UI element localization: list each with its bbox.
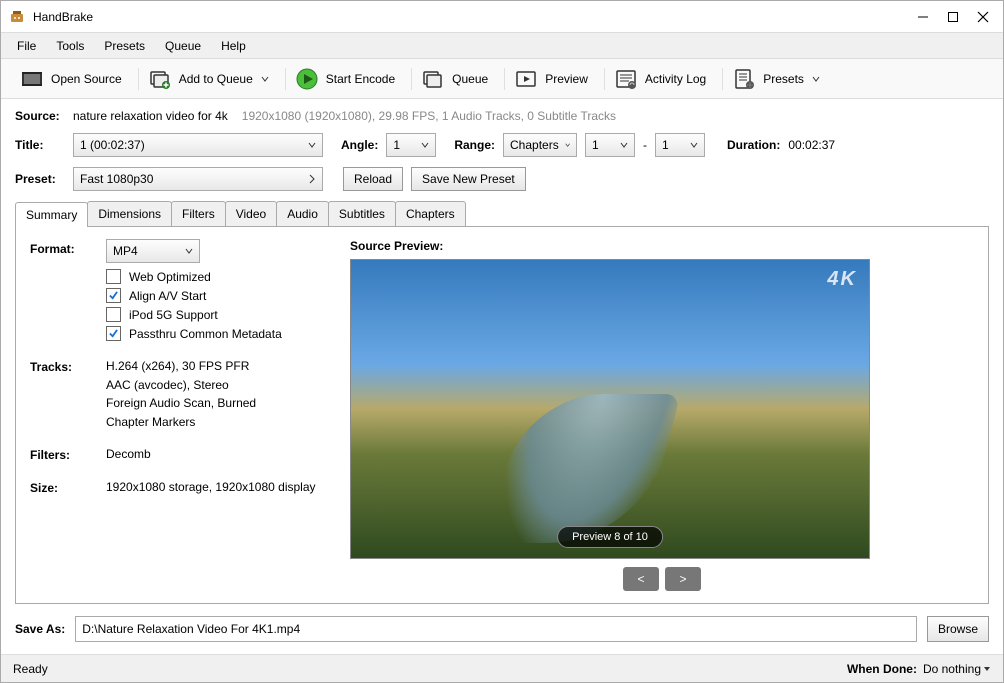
angle-label: Angle: — [341, 138, 378, 152]
tabs: Summary Dimensions Filters Video Audio S… — [15, 201, 989, 227]
range-label: Range: — [454, 138, 495, 152]
save-new-preset-button[interactable]: Save New Preset — [411, 167, 526, 191]
format-label: Format: — [30, 239, 106, 256]
saveas-input[interactable] — [75, 616, 917, 642]
size-label: Size: — [30, 478, 106, 495]
titlebar: HandBrake — [1, 1, 1003, 33]
align-av-checkbox[interactable] — [106, 288, 121, 303]
filmstrip-icon — [21, 68, 43, 90]
web-optimized-label: Web Optimized — [129, 270, 211, 284]
statusbar: Ready When Done: Do nothing — [1, 654, 1003, 682]
browse-button[interactable]: Browse — [927, 616, 989, 642]
filters-label: Filters: — [30, 445, 106, 462]
chevron-down-icon — [812, 72, 820, 86]
tab-dimensions[interactable]: Dimensions — [87, 201, 172, 226]
preview-title: Source Preview: — [350, 239, 974, 253]
preview-image: 4K Preview 8 of 10 — [350, 259, 870, 559]
open-source-button[interactable]: Open Source — [11, 68, 132, 90]
duration-label: Duration: — [727, 138, 780, 152]
watermark: 4K — [827, 268, 857, 291]
close-button[interactable] — [977, 11, 989, 23]
passthru-meta-label: Passthru Common Metadata — [129, 327, 282, 341]
window-title: HandBrake — [33, 10, 917, 24]
status-text: Ready — [13, 662, 48, 676]
menu-tools[interactable]: Tools — [48, 35, 92, 57]
filters-value: Decomb — [106, 445, 151, 464]
menu-file[interactable]: File — [9, 35, 44, 57]
minimize-button[interactable] — [917, 11, 929, 23]
queue-button[interactable]: Queue — [411, 68, 498, 90]
start-encode-button[interactable]: Start Encode — [285, 68, 405, 90]
tab-video[interactable]: Video — [225, 201, 277, 226]
tab-panel: Format: MP4 Web Optimized Align A/V Star… — [15, 227, 989, 604]
tracks-value: H.264 (x264), 30 FPS PFR AAC (avcodec), … — [106, 357, 256, 431]
source-row: Source: nature relaxation video for 4k 1… — [15, 109, 989, 123]
tracks-label: Tracks: — [30, 357, 106, 374]
chevron-down-icon — [983, 665, 991, 673]
angle-select[interactable]: 1 — [386, 133, 436, 157]
format-select[interactable]: MP4 — [106, 239, 200, 263]
chevron-right-icon — [308, 174, 316, 184]
app-icon — [9, 9, 25, 25]
duration-value: 00:02:37 — [788, 138, 835, 152]
title-label: Title: — [15, 138, 65, 152]
when-done-select[interactable]: Do nothing — [923, 662, 991, 676]
presets-icon — [733, 68, 755, 90]
play-icon — [296, 68, 318, 90]
preview-overlay: Preview 8 of 10 — [557, 526, 663, 548]
add-queue-icon — [149, 68, 171, 90]
reload-button[interactable]: Reload — [343, 167, 403, 191]
activity-log-button[interactable]: Activity Log — [604, 68, 716, 90]
source-label: Source: — [15, 109, 65, 123]
saveas-row: Save As: Browse — [1, 610, 1003, 654]
tab-audio[interactable]: Audio — [276, 201, 329, 226]
preset-select[interactable]: Fast 1080p30 — [73, 167, 323, 191]
menubar: File Tools Presets Queue Help — [1, 33, 1003, 59]
menu-presets[interactable]: Presets — [96, 35, 153, 57]
queue-icon — [422, 68, 444, 90]
activity-icon — [615, 68, 637, 90]
menu-help[interactable]: Help — [213, 35, 254, 57]
preview-button[interactable]: Preview — [504, 68, 598, 90]
preview-next-button[interactable]: > — [665, 567, 701, 591]
range-from-select[interactable]: 1 — [585, 133, 635, 157]
source-value: nature relaxation video for 4k — [73, 109, 228, 123]
size-value: 1920x1080 storage, 1920x1080 display — [106, 478, 316, 497]
chevron-down-icon — [261, 72, 269, 86]
chevron-down-icon — [185, 247, 193, 255]
chevron-down-icon — [620, 141, 628, 149]
source-meta: 1920x1080 (1920x1080), 29.98 FPS, 1 Audi… — [242, 109, 616, 123]
passthru-meta-checkbox[interactable] — [106, 326, 121, 341]
maximize-button[interactable] — [947, 11, 959, 23]
toolbar: Open Source Add to Queue Start Encode Qu… — [1, 59, 1003, 99]
preview-prev-button[interactable]: < — [623, 567, 659, 591]
preview-icon — [515, 68, 537, 90]
main-content: Source: nature relaxation video for 4k 1… — [1, 99, 1003, 610]
tab-filters[interactable]: Filters — [171, 201, 226, 226]
chevron-down-icon — [421, 141, 429, 149]
tab-chapters[interactable]: Chapters — [395, 201, 466, 226]
add-to-queue-button[interactable]: Add to Queue — [138, 68, 279, 90]
range-to-select[interactable]: 1 — [655, 133, 705, 157]
preset-label: Preset: — [15, 172, 65, 186]
range-dash: - — [643, 138, 647, 152]
tab-subtitles[interactable]: Subtitles — [328, 201, 396, 226]
presets-button[interactable]: Presets — [722, 68, 830, 90]
ipod-support-checkbox[interactable] — [106, 307, 121, 322]
chevron-down-icon — [308, 141, 316, 149]
saveas-label: Save As: — [15, 622, 65, 636]
ipod-support-label: iPod 5G Support — [129, 308, 218, 322]
web-optimized-checkbox[interactable] — [106, 269, 121, 284]
chevron-down-icon — [690, 141, 698, 149]
menu-queue[interactable]: Queue — [157, 35, 209, 57]
tab-summary[interactable]: Summary — [15, 202, 88, 227]
when-done-label: When Done: — [847, 662, 917, 676]
chevron-down-icon — [565, 141, 570, 149]
title-select[interactable]: 1 (00:02:37) — [73, 133, 323, 157]
align-av-label: Align A/V Start — [129, 289, 206, 303]
range-type-select[interactable]: Chapters — [503, 133, 577, 157]
